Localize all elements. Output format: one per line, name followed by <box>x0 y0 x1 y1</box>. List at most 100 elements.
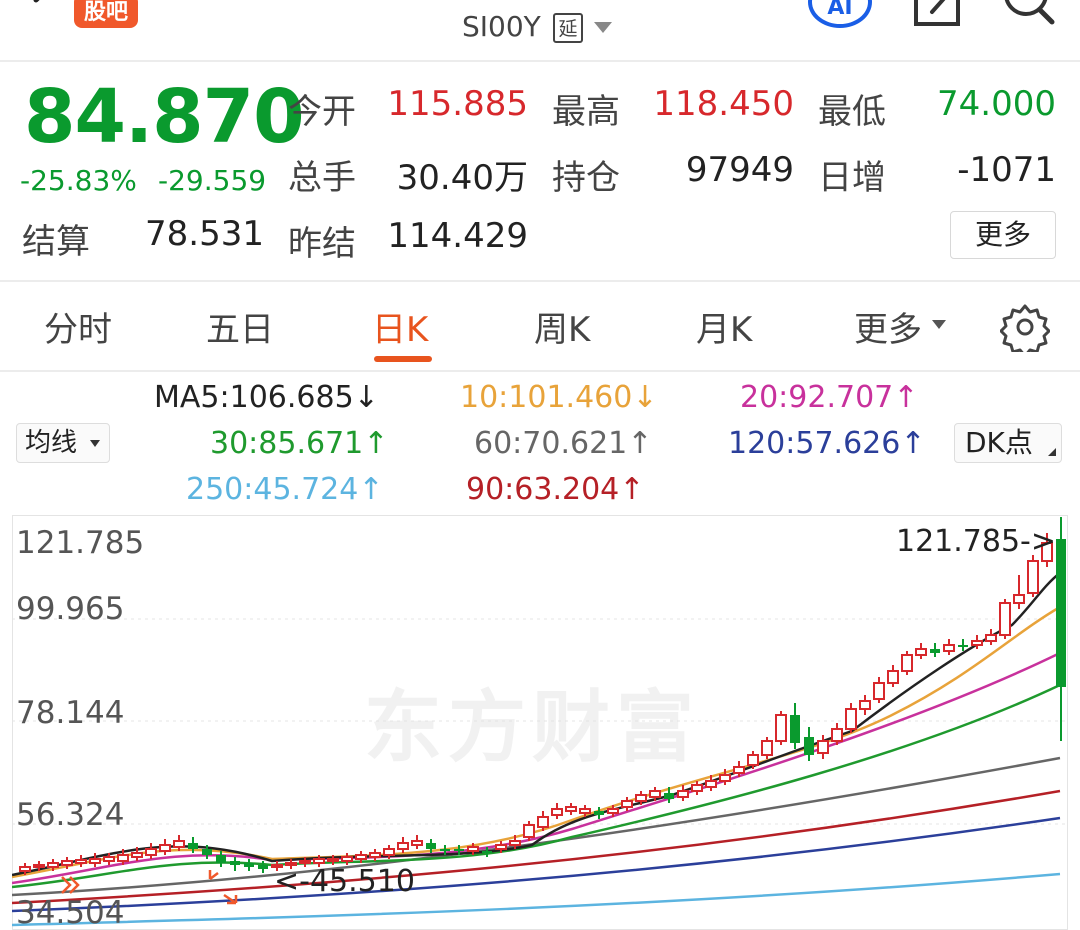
tab-five-day[interactable]: 五日 <box>206 302 274 351</box>
tab-more[interactable]: 更多 <box>854 302 922 351</box>
candle-body <box>594 811 604 815</box>
candle-body <box>75 859 87 864</box>
candle-body <box>565 806 577 812</box>
candles <box>19 517 1066 875</box>
candle-body <box>33 864 45 868</box>
share-button[interactable] <box>910 0 964 28</box>
tab-intraday[interactable]: 分时 <box>44 302 112 351</box>
candle-body <box>369 852 381 858</box>
candle-body <box>495 844 507 850</box>
symbol-title[interactable]: SI00Y <box>462 10 541 43</box>
y-axis-label: 121.785 <box>16 525 144 561</box>
ma5-line <box>12 572 1061 877</box>
ma90-value: 90:63.204↑ <box>466 472 645 507</box>
low-label: 最低 <box>818 92 886 132</box>
volume-label: 总手 <box>288 158 356 198</box>
candle-body <box>313 858 325 864</box>
candle-body <box>188 843 198 849</box>
candle-body <box>607 808 619 814</box>
y-axis-label: 78.144 <box>16 695 124 731</box>
settle-value: 78.531 <box>145 214 264 254</box>
candle-body <box>1013 594 1025 604</box>
candle-body <box>202 849 212 855</box>
divider <box>0 60 1080 62</box>
candle-body <box>117 854 129 862</box>
candle-body <box>747 754 759 766</box>
candle-body <box>901 654 913 672</box>
candle-body <box>159 844 171 852</box>
candle-body <box>859 700 871 710</box>
ma10-line <box>12 605 1061 879</box>
max-price-annotation: 121.785-> <box>896 524 1056 559</box>
tab-monthly-k[interactable]: 月K <box>696 302 752 351</box>
y-axis-label: 34.504 <box>16 895 124 930</box>
candle-body <box>705 780 717 788</box>
dk-marker-icon <box>208 870 238 905</box>
candle-body <box>397 842 409 850</box>
candle-body <box>551 808 563 816</box>
back-arrow-icon <box>33 0 40 3</box>
chevron-down-icon <box>932 320 946 329</box>
candle-body <box>426 843 436 849</box>
candle-body <box>775 714 787 742</box>
candle-body <box>244 863 254 867</box>
open-value: 115.885 <box>387 84 528 124</box>
gear-icon <box>999 304 1051 358</box>
last-price: 84.870 <box>24 74 305 160</box>
min-price-annotation: <-45.510 <box>274 864 415 899</box>
settle-label: 结算 <box>22 222 90 262</box>
candle-body <box>383 848 395 856</box>
volume-value: 30.40万 <box>396 158 528 198</box>
active-tab-indicator <box>374 356 432 362</box>
chart-frame <box>12 515 1068 930</box>
candle-body <box>299 860 311 864</box>
open-label: 今开 <box>288 92 356 132</box>
tab-daily-k[interactable]: 日K <box>372 302 428 351</box>
candle-body <box>733 766 745 774</box>
candle-body <box>971 640 983 646</box>
candle-body <box>327 858 339 862</box>
candle-body <box>817 740 829 754</box>
dk-point-button[interactable]: DK点 <box>954 423 1062 463</box>
high-label: 最高 <box>552 92 620 132</box>
candle-body <box>790 715 800 743</box>
candle-body <box>831 728 843 742</box>
ma30-value: 30:85.671↑ <box>210 426 389 461</box>
candle-body <box>173 840 185 848</box>
candle-body <box>258 865 268 869</box>
candle-body <box>664 793 674 799</box>
kline-chart[interactable]: 121.785 99.965 78.144 56.324 34.504 121.… <box>12 515 1068 930</box>
candle-body <box>89 858 101 864</box>
candle-body <box>411 840 423 846</box>
oi-change-value: -1071 <box>957 150 1056 190</box>
ma5-value: MA5:106.685↓ <box>154 380 379 415</box>
search-button[interactable] <box>998 0 1058 28</box>
candle-body <box>804 737 814 755</box>
candle-body <box>230 861 240 865</box>
share-icon <box>914 0 960 26</box>
chevron-down-icon <box>90 440 100 447</box>
corner-triangle-icon <box>1048 448 1056 456</box>
candle-body <box>454 849 464 851</box>
candle-body <box>873 682 885 700</box>
guba-badge[interactable]: 股吧 <box>74 0 138 28</box>
candle-body <box>103 856 115 862</box>
more-quote-button[interactable]: 更多 <box>950 211 1056 259</box>
ma10-value: 10:101.460↓ <box>460 380 658 415</box>
low-value: 74.000 <box>937 84 1056 124</box>
chevron-down-icon[interactable] <box>594 22 612 33</box>
candle-body <box>440 849 450 851</box>
back-button[interactable] <box>12 0 62 26</box>
tab-weekly-k[interactable]: 周K <box>534 302 590 351</box>
candle-body <box>719 774 731 782</box>
y-axis-label: 99.965 <box>16 591 124 627</box>
ma120-value: 120:57.626↑ <box>728 426 926 461</box>
candle-body <box>216 855 226 863</box>
moving-average-lines <box>12 572 1061 927</box>
settings-button[interactable] <box>999 302 1051 358</box>
candle-body <box>537 816 549 828</box>
candle-body <box>355 854 367 860</box>
candle-body <box>1027 560 1039 594</box>
candle-body <box>691 784 703 792</box>
candle-body <box>509 840 521 846</box>
